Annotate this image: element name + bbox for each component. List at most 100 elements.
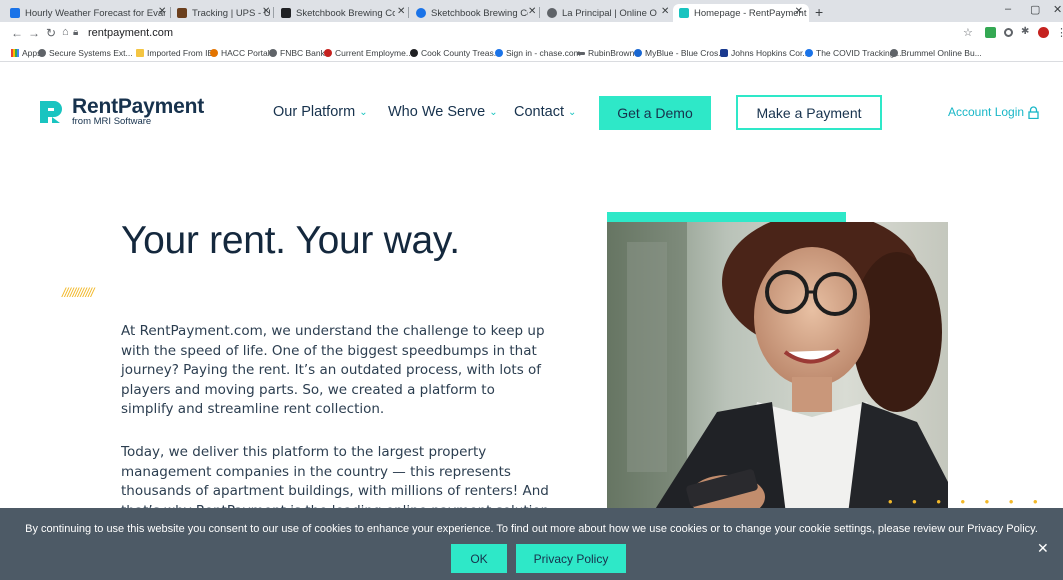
menu-kebab-icon[interactable]: ⋮ <box>1056 26 1063 39</box>
bookmark-favicon-icon <box>410 49 418 57</box>
bookmark-item[interactable]: Sign in - chase.com <box>495 48 581 58</box>
extension-check-icon[interactable] <box>985 27 996 38</box>
sketchbook-evanston-favicon-icon <box>416 8 426 18</box>
maximize-icon[interactable]: ▢ <box>1030 3 1040 16</box>
logo-subtitle: from MRI Software <box>72 116 152 127</box>
bookmark-label: MyBlue - Blue Cros... <box>645 48 726 58</box>
lock-icon[interactable]: 🔒︎ <box>73 27 78 38</box>
nav-label: Contact <box>514 104 564 120</box>
make-a-payment-button[interactable]: Make a Payment <box>736 95 882 130</box>
tab-label: La Principal | Online Ordering <box>562 7 657 19</box>
browser-tab-strip: Hourly Weather Forecast for Evan ✕ Track… <box>0 0 1063 22</box>
nav-who-we-serve[interactable]: Who We Serve ⌄ <box>388 104 498 120</box>
bookmarks-bar: Apps Secure Systems Ext... Imported From… <box>0 45 1063 62</box>
tab-label: Tracking | UPS - United States <box>192 7 271 19</box>
tab-close-icon[interactable]: ✕ <box>158 6 166 17</box>
bookmark-item[interactable]: RubinBrown <box>577 48 634 58</box>
sketchbook-favicon-icon <box>281 8 291 18</box>
hero-paragraph-2: Today, we deliver this platform to the l… <box>121 444 549 508</box>
account-login-link[interactable]: Account Login <box>948 105 1039 119</box>
weather-favicon-icon <box>10 8 20 18</box>
profile-avatar-icon[interactable] <box>1038 27 1049 38</box>
tab-close-icon[interactable]: ✕ <box>661 6 669 17</box>
tab-close-icon[interactable]: ✕ <box>397 6 405 17</box>
bookmark-item[interactable]: Brummel Online Bu... <box>890 48 982 58</box>
bookmark-item[interactable]: Johns Hopkins Cor... <box>720 48 809 58</box>
bookmark-label: RubinBrown <box>588 48 635 58</box>
tab-label: Homepage - RentPayment <box>694 7 807 19</box>
bookmark-favicon-icon <box>38 49 46 57</box>
logo-mark-icon <box>38 99 64 125</box>
logo-name: RentPayment <box>72 95 205 118</box>
bookmark-item[interactable]: The COVID Tracking... <box>805 48 902 58</box>
extensions-puzzle-icon[interactable]: ✱ <box>1021 26 1029 37</box>
nav-our-platform[interactable]: Our Platform ⌄ <box>273 104 368 120</box>
reload-icon[interactable]: ↻ <box>46 26 56 40</box>
back-arrow-icon[interactable]: ← <box>11 26 23 40</box>
chevron-down-icon: ⌄ <box>567 106 577 118</box>
tab-label: Sketchbook Brewing Co. - Evanst <box>431 7 528 19</box>
hero-paragraph-1: At RentPayment.com, we understand the ch… <box>121 323 545 417</box>
minimize-icon[interactable]: – <box>1005 3 1011 15</box>
chase-icon <box>495 49 503 57</box>
browser-tab[interactable]: Tracking | UPS - United States <box>171 4 271 22</box>
bookmark-favicon-icon <box>577 51 585 55</box>
hero-title: Your rent. Your way. <box>121 219 460 262</box>
bookmark-item[interactable]: Current Employme... <box>324 48 413 58</box>
bookmark-item[interactable]: FNBC Bank <box>269 48 325 58</box>
browser-tab[interactable]: La Principal | Online Ordering <box>541 4 657 22</box>
bookmark-label: Imported From IE <box>147 48 214 58</box>
bookmark-star-icon[interactable]: ☆ <box>963 26 973 39</box>
cookie-consent-text: By continuing to use this website you co… <box>25 523 1038 535</box>
chevron-down-icon: ⌄ <box>359 106 368 118</box>
bookmark-label: Current Employme... <box>335 48 413 58</box>
cookie-ok-button[interactable]: OK <box>451 544 507 573</box>
browser-toolbar: ← → ↻ ⌂ 🔒︎ rentpayment.com ☆ ✱ ⋮ <box>0 22 1063 45</box>
bookmark-label: FNBC Bank <box>280 48 325 58</box>
address-bar[interactable]: rentpayment.com <box>88 27 173 39</box>
nav-label: Who We Serve <box>388 104 486 120</box>
privacy-policy-button[interactable]: Privacy Policy <box>516 544 626 573</box>
browser-tab[interactable]: Sketchbook Brewing Co. - Evanst <box>410 4 528 22</box>
browser-tab[interactable]: Sketchbook Brewing Co. <box>275 4 395 22</box>
window-close-icon[interactable]: ✕ <box>1053 3 1062 16</box>
account-login-label: Account Login <box>948 105 1025 119</box>
apps-grid-icon <box>11 49 19 57</box>
lock-icon <box>1028 105 1039 119</box>
home-icon[interactable]: ⌂ <box>62 26 69 38</box>
shield-icon <box>720 49 728 57</box>
tab-label: Sketchbook Brewing Co. <box>296 7 395 19</box>
bookmark-item[interactable]: MyBlue - Blue Cros... <box>634 48 725 58</box>
tab-close-icon[interactable]: ✕ <box>795 6 803 17</box>
rentpayment-favicon-icon <box>679 8 689 18</box>
nav-contact[interactable]: Contact ⌄ <box>514 104 576 120</box>
get-a-demo-button[interactable]: Get a Demo <box>599 96 711 130</box>
browser-tab[interactable]: Hourly Weather Forecast for Evan <box>4 4 166 22</box>
bookmark-label: Cook County Treas... <box>421 48 501 58</box>
bookmark-label: Brummel Online Bu... <box>901 48 982 58</box>
tab-close-icon[interactable]: ✕ <box>262 6 270 17</box>
decorative-hatch: //////////// <box>62 285 94 300</box>
bookmark-item[interactable]: Secure Systems Ext... <box>38 48 133 58</box>
cookie-close-icon[interactable]: ✕ <box>1037 540 1049 557</box>
cookie-banner: By continuing to use this website you co… <box>0 508 1063 580</box>
bookmark-item[interactable]: HACC Portal <box>210 48 270 58</box>
rentpayment-logo[interactable]: RentPayment from MRI Software <box>38 95 205 127</box>
bookmark-item[interactable]: Imported From IE <box>136 48 213 58</box>
bookmark-favicon-icon <box>805 49 813 57</box>
bookmark-item[interactable]: Cook County Treas... <box>410 48 501 58</box>
tab-close-icon[interactable]: ✕ <box>528 6 536 17</box>
extension-circle-icon[interactable] <box>1004 28 1013 37</box>
hero-photo <box>607 222 948 522</box>
tab-label: Hourly Weather Forecast for Evan <box>25 7 166 19</box>
folder-icon <box>136 49 144 57</box>
globe-icon <box>890 49 898 57</box>
browser-tab-active[interactable]: Homepage - RentPayment ✕ <box>673 4 809 22</box>
bookmark-item[interactable]: Apps <box>11 48 41 58</box>
forward-arrow-icon[interactable]: → <box>28 26 40 40</box>
new-tab-button[interactable]: + <box>815 4 823 20</box>
bookmark-label: Sign in - chase.com <box>506 48 581 58</box>
nav-label: Our Platform <box>273 104 356 120</box>
globe-favicon-icon <box>547 8 557 18</box>
ups-favicon-icon <box>177 8 187 18</box>
